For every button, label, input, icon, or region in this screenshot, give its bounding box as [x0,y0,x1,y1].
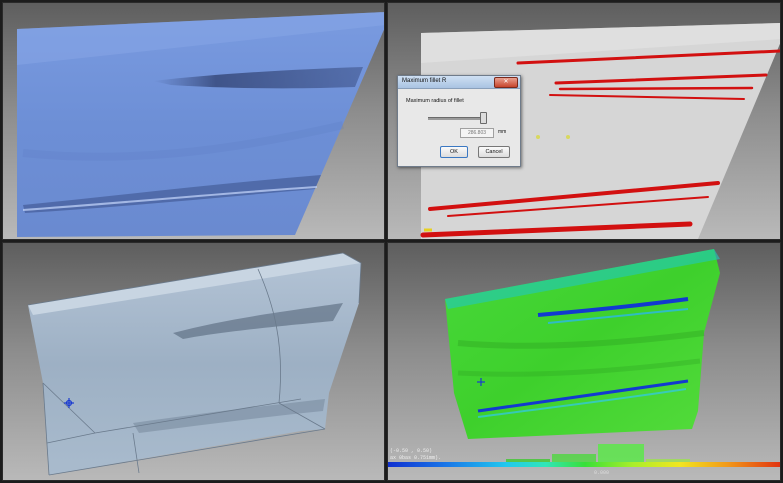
radius-slider-thumb[interactable] [480,112,487,124]
close-icon[interactable]: ✕ [494,77,518,88]
blue-surface-panel [17,12,384,237]
radius-slider-track[interactable] [428,117,483,120]
viewport-bottom-right[interactable]: (-0.50 , 0.50) ax 0bas 0.751mm). 0.000 [387,242,781,481]
radius-value-field[interactable]: 286.803 [460,128,494,138]
viewport-top-right[interactable]: Maximum fillet R ✕ Maximum radius of fil… [387,2,781,240]
deviation-colormap [445,249,720,462]
legend-range: (-0.50 , 0.50) [390,448,433,454]
dialog-titlebar[interactable]: Maximum fillet R ✕ [398,76,520,89]
viewport-bottom-left[interactable] [2,242,385,481]
legend-zero-label: 0.000 [594,470,610,476]
radius-label: Maximum radius of fillet [406,98,464,104]
dialog-title: Maximum fillet R [402,78,447,84]
legend-max: ax 0bas 0.751mm). [390,455,442,461]
viewport-top-left[interactable] [2,2,385,240]
cancel-button[interactable]: Cancel [478,146,510,158]
radius-unit: mm [498,129,507,135]
wireframe-surface-panel [27,252,362,476]
four-viewport-grid: Maximum fillet R ✕ Maximum radius of fil… [0,0,783,483]
deviation-histogram [506,444,690,462]
ok-button[interactable]: OK [440,146,468,158]
color-scale-bar [388,462,780,467]
max-fillet-dialog: Maximum fillet R ✕ Maximum radius of fil… [397,75,521,167]
